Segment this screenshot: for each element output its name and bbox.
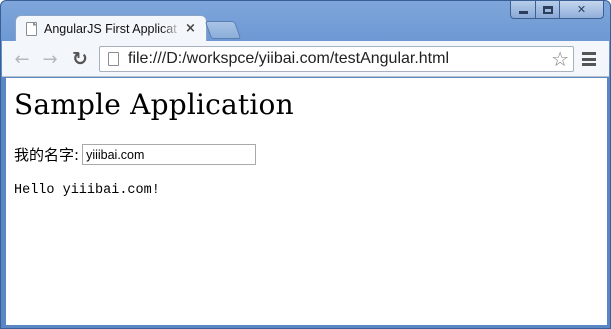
tab-title: AngularJS First Applicat <box>44 21 177 36</box>
page-viewport: Sample Application 我的名字: Hello yiiibai.c… <box>6 78 607 325</box>
menu-bar-line <box>582 52 596 55</box>
window-controls: ✕ <box>510 1 604 19</box>
page-title: Sample Application <box>14 88 294 121</box>
new-tab-button[interactable] <box>204 21 242 39</box>
close-icon: ✕ <box>576 3 587 16</box>
browser-window: ✕ AngularJS First Applicat × ← → ↻ file:… <box>0 0 611 329</box>
reload-button[interactable]: ↻ <box>70 48 90 70</box>
page-icon <box>26 21 37 36</box>
back-button[interactable]: ← <box>12 49 32 70</box>
page-icon <box>108 52 119 66</box>
minimize-icon <box>518 11 528 14</box>
name-label: 我的名字: <box>14 146 80 164</box>
hamburger-menu-icon[interactable] <box>582 52 596 66</box>
forward-button[interactable]: → <box>40 49 60 70</box>
minimize-button[interactable] <box>510 1 536 19</box>
maximize-icon <box>542 5 553 14</box>
maximize-button[interactable] <box>536 1 560 19</box>
name-row: 我的名字: <box>14 144 257 165</box>
close-window-button[interactable]: ✕ <box>560 1 604 19</box>
menu-bar-line <box>582 57 596 61</box>
browser-toolbar: ← → ↻ file:///D:/workspce/yiibai.com/tes… <box>2 41 609 77</box>
greeting-text: Hello yiiibai.com! <box>14 183 160 198</box>
tab-close-icon[interactable]: × <box>185 21 196 36</box>
address-bar[interactable]: file:///D:/workspce/yiibai.com/testAngul… <box>99 46 574 72</box>
url-text[interactable]: file:///D:/workspce/yiibai.com/testAngul… <box>128 50 449 68</box>
browser-tab[interactable]: AngularJS First Applicat × <box>15 15 207 41</box>
name-input[interactable] <box>82 144 257 165</box>
menu-bar-line <box>582 63 596 66</box>
bookmark-star-icon[interactable]: ☆ <box>551 48 569 70</box>
